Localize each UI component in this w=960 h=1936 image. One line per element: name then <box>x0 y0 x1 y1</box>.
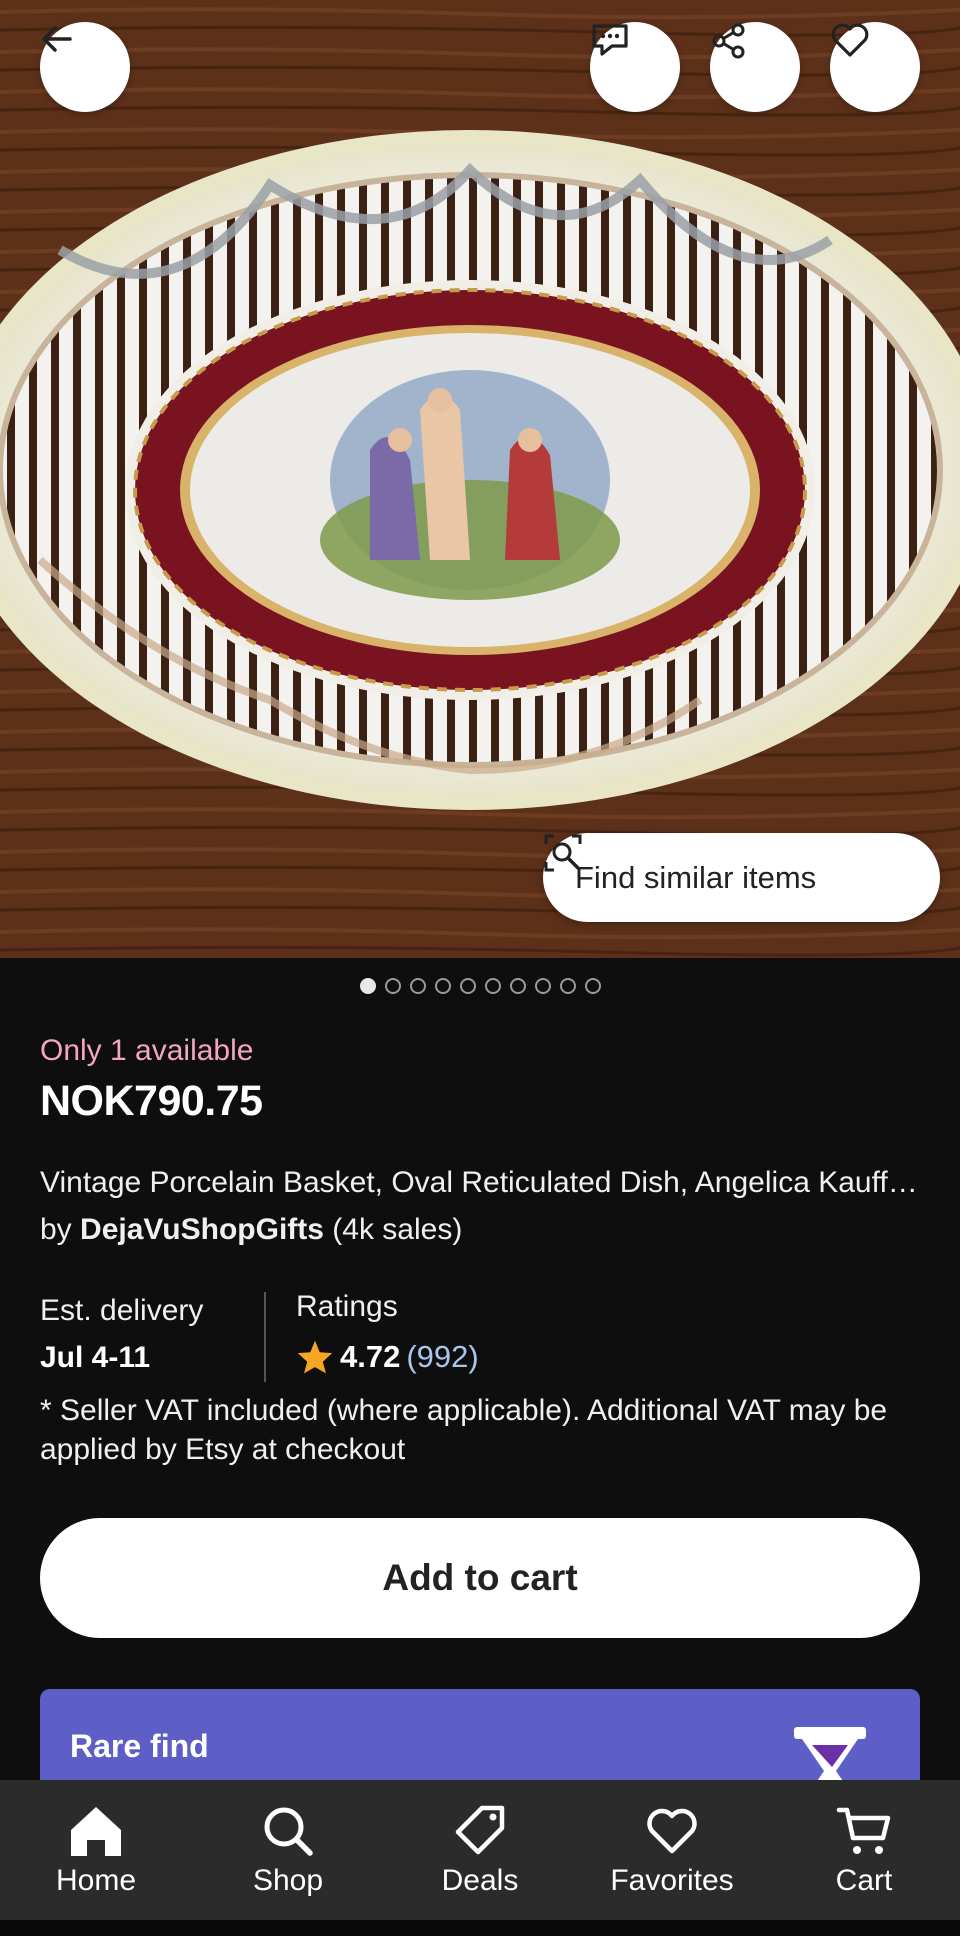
search-icon <box>264 1807 313 1856</box>
delivery-label: Est. delivery <box>40 1294 204 1327</box>
carousel-dot[interactable] <box>459 978 476 994</box>
carousel-dot[interactable] <box>534 978 551 994</box>
carousel-dot[interactable] <box>484 978 501 994</box>
star-icon <box>297 1340 333 1374</box>
nav-shop[interactable]: Shop <box>192 1780 384 1920</box>
nav-shop-label: Shop <box>252 1864 324 1897</box>
ratings-summary[interactable]: 4.72 (992) <box>296 1339 479 1375</box>
carousel-dot[interactable] <box>559 978 576 994</box>
nav-deals-label: Deals <box>441 1864 519 1897</box>
rating-count[interactable]: (992) <box>406 1339 478 1375</box>
divider <box>264 1292 266 1382</box>
share-button[interactable] <box>710 22 800 112</box>
rating-score: 4.72 <box>340 1339 401 1374</box>
carousel-dot[interactable] <box>384 978 401 994</box>
carousel-dot[interactable] <box>509 978 526 994</box>
visual-search-icon <box>544 834 582 872</box>
rare-find-title: Rare find <box>70 1728 209 1764</box>
bottom-navigation: Home Shop Deals Favorites Cart <box>0 1780 960 1920</box>
cart-icon <box>836 1807 891 1854</box>
arrow-left-icon <box>42 26 72 52</box>
home-icon <box>71 1807 121 1856</box>
ratings-label: Ratings <box>296 1290 398 1323</box>
nav-home[interactable]: Home <box>0 1780 192 1920</box>
vat-note: * Seller VAT included (where applicable)… <box>40 1394 888 1466</box>
delivery-value: Jul 4-11 <box>40 1341 151 1374</box>
porcelain-basket-photo <box>0 0 960 958</box>
nav-cart[interactable]: Cart <box>768 1780 960 1920</box>
shop-byline: by DejaVuShopGifts (4k sales) <box>40 1213 462 1247</box>
back-button[interactable] <box>40 22 130 112</box>
product-image[interactable]: Find similar items <box>0 0 960 958</box>
find-similar-button[interactable]: Find similar items <box>543 833 940 922</box>
price: NOK790.75 <box>40 1077 263 1125</box>
carousel-dot[interactable] <box>409 978 426 994</box>
carousel-dot[interactable] <box>434 978 451 994</box>
carousel-dot[interactable] <box>584 978 601 994</box>
carousel-dot[interactable] <box>359 978 376 994</box>
shop-name-link[interactable]: DejaVuShopGifts <box>80 1213 324 1246</box>
nav-cart-label: Cart <box>835 1864 893 1897</box>
tag-icon <box>455 1805 505 1855</box>
by-prefix: by <box>40 1213 81 1246</box>
message-seller-button[interactable] <box>590 22 680 112</box>
add-to-cart-button[interactable]: Add to cart <box>40 1518 920 1638</box>
nav-home-label: Home <box>55 1864 137 1897</box>
heart-icon <box>831 23 869 57</box>
nav-favorites[interactable]: Favorites <box>576 1780 768 1920</box>
favorite-button[interactable] <box>830 22 920 112</box>
image-carousel-indicator[interactable] <box>0 978 960 994</box>
nav-favorites-label: Favorites <box>610 1864 734 1897</box>
shop-sales: (4k sales) <box>323 1213 463 1246</box>
availability-label: Only 1 available <box>40 1034 254 1067</box>
listing-title[interactable]: Vintage Porcelain Basket, Oval Reticulat… <box>40 1166 920 1200</box>
heart-icon <box>647 1808 697 1854</box>
find-similar-label: Find similar items <box>575 859 817 895</box>
message-icon <box>592 24 628 56</box>
nav-deals[interactable]: Deals <box>384 1780 576 1920</box>
share-icon <box>712 23 745 59</box>
system-bar <box>0 1920 960 1936</box>
add-to-cart-label: Add to cart <box>382 1557 578 1598</box>
